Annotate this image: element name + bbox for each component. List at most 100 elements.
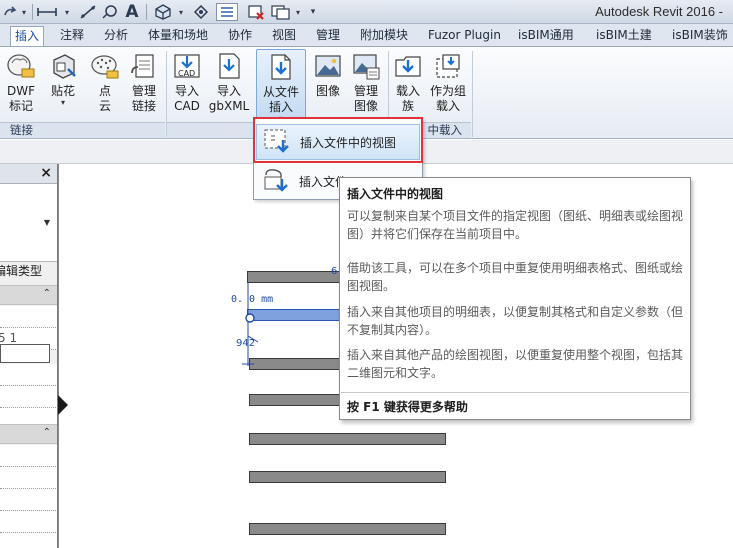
- import-cad-label-2: CAD: [174, 99, 200, 113]
- import-cad-icon: CAD: [171, 49, 203, 83]
- property-row[interactable]: [0, 364, 57, 386]
- 3d-view-dropdown-icon[interactable]: ▾: [176, 3, 186, 21]
- import-cad-button[interactable]: CAD 导入 CAD: [169, 49, 205, 121]
- property-row[interactable]: [0, 386, 57, 408]
- tab-massing-site[interactable]: 体量和场地: [144, 26, 212, 46]
- load-as-group-button[interactable]: 作为组 载入: [428, 49, 468, 121]
- tooltip: 插入文件中的视图 可以复制来自某个项目文件的指定视图（图纸、明细表或绘图视图）并…: [339, 177, 691, 420]
- title-bar: ▾ ▾ A ▾ ▾ ▾ Autodesk Revit 2016 -: [0, 0, 733, 24]
- ribbon-tabs: 插入 注释 分析 体量和场地 协作 视图 管理 附加模块 Fuzor Plugi…: [0, 24, 733, 47]
- dimension-icon[interactable]: [78, 3, 98, 21]
- import-gbxml-button[interactable]: 导入 gbXML: [207, 49, 251, 121]
- drawing-element[interactable]: [249, 394, 349, 406]
- manage-links-button[interactable]: 管理 链接: [126, 49, 162, 121]
- chevron-down-icon[interactable]: ▼: [44, 218, 50, 227]
- manage-images-label-1: 管理: [353, 84, 378, 98]
- point-cloud-icon: [89, 49, 121, 83]
- drawing-element[interactable]: [249, 433, 446, 445]
- properties-palette: × ▼ 编辑类型 ⌃ 5 1 ⌃: [0, 164, 58, 548]
- svg-text:CAD: CAD: [178, 69, 195, 78]
- insert-views-icon: [261, 127, 295, 157]
- property-row[interactable]: [0, 445, 57, 467]
- measure-dropdown-icon[interactable]: ▾: [62, 3, 72, 21]
- thin-lines-icon[interactable]: [216, 3, 238, 21]
- tab-collaborate[interactable]: 协作: [224, 26, 256, 46]
- load-as-group-label-1: 作为组: [429, 84, 466, 98]
- menu-item-insert-views-from-file[interactable]: 插入文件中的视图: [256, 124, 420, 160]
- tooltip-title: 插入文件中的视图: [347, 187, 444, 201]
- 3d-view-icon[interactable]: [152, 3, 174, 21]
- window-title: Autodesk Revit 2016 -: [595, 4, 723, 19]
- drawing-element[interactable]: [249, 471, 446, 483]
- tab-fuzor-plugin[interactable]: Fuzor Plugin: [424, 26, 505, 46]
- properties-category[interactable]: ⌃: [0, 424, 57, 444]
- insert-from-file-label-2: 插入: [268, 100, 293, 114]
- tab-insert[interactable]: 插入: [10, 26, 45, 47]
- load-family-label-2: 族: [401, 99, 414, 113]
- insert-from-file-icon: [265, 50, 297, 84]
- properties-category[interactable]: ⌃: [0, 285, 57, 305]
- insert-from-file-button[interactable]: 从文件 插入 ▾: [256, 49, 306, 123]
- tooltip-help: 按 F1 键获得更多帮助: [347, 400, 468, 414]
- tab-add-ins[interactable]: 附加模块: [356, 26, 412, 46]
- point-cloud-label-1: 点: [98, 84, 111, 98]
- property-row[interactable]: [0, 511, 57, 533]
- properties-header: ×: [0, 164, 57, 184]
- load-family-button[interactable]: 载入 族: [390, 49, 426, 121]
- manage-links-icon: [128, 49, 160, 83]
- decal-button[interactable]: 贴花 ▾: [44, 49, 82, 121]
- redo-icon[interactable]: [2, 3, 18, 21]
- redo-dropdown-icon[interactable]: ▾: [19, 3, 29, 21]
- load-as-group-icon: [432, 49, 464, 83]
- tab-analyze[interactable]: 分析: [100, 26, 132, 46]
- tab-annotate[interactable]: 注释: [56, 26, 88, 46]
- drawing-element[interactable]: [249, 523, 446, 535]
- splitter-arrow-icon[interactable]: [58, 395, 68, 415]
- dwf-markup-label-2: 标记: [8, 99, 33, 113]
- tab-isbim-civil[interactable]: isBIM土建: [592, 26, 656, 46]
- group-label-link: 链接: [0, 122, 165, 138]
- property-edit-field[interactable]: [0, 344, 50, 363]
- tab-isbim-decoration[interactable]: isBIM装饰: [668, 26, 732, 46]
- image-icon: [312, 49, 344, 83]
- text-icon[interactable]: A: [123, 2, 141, 22]
- manage-images-button[interactable]: 管理 图像: [348, 49, 384, 121]
- tab-view[interactable]: 视图: [268, 26, 300, 46]
- dimension-label[interactable]: 0. 0 mm: [231, 294, 273, 305]
- collapse-icon[interactable]: ⌃: [43, 427, 51, 438]
- collapse-icon[interactable]: ⌃: [43, 288, 51, 299]
- tooltip-paragraph: 可以复制来自某个项目文件的指定视图（图纸、明细表或绘图视图）并将它们保存在当前项…: [347, 209, 684, 241]
- load-family-label-1: 载入: [395, 84, 420, 98]
- element-tag[interactable]: 942: [236, 338, 255, 349]
- switch-windows-dropdown-icon[interactable]: ▾: [293, 3, 303, 21]
- import-gbxml-label-1: 导入: [216, 84, 241, 98]
- edit-type-button[interactable]: 编辑类型: [0, 262, 42, 279]
- close-icon[interactable]: ×: [40, 165, 52, 181]
- close-hidden-icon[interactable]: [246, 3, 266, 21]
- tag-icon[interactable]: [100, 3, 120, 21]
- property-row[interactable]: [0, 533, 57, 548]
- dwf-markup-button[interactable]: DWF 标记: [3, 49, 39, 121]
- point-cloud-button[interactable]: 点 云: [87, 49, 123, 121]
- customize-icon[interactable]: ▾: [306, 3, 320, 21]
- point-cloud-label-2: 云: [98, 99, 111, 113]
- section-icon[interactable]: [190, 3, 212, 21]
- qa-separator: [32, 4, 33, 20]
- tab-manage[interactable]: 管理: [312, 26, 344, 46]
- import-gbxml-icon: [213, 49, 245, 83]
- dwf-markup-icon: [5, 49, 37, 83]
- tab-isbim-general[interactable]: isBIM通用: [514, 26, 578, 46]
- property-row[interactable]: [0, 467, 57, 489]
- dwf-markup-label-1: DWF: [6, 84, 35, 98]
- manage-images-icon: [350, 49, 382, 83]
- switch-windows-icon[interactable]: [270, 3, 292, 21]
- type-selector[interactable]: ▼: [0, 184, 57, 262]
- element-tag[interactable]: 6: [331, 266, 337, 277]
- decal-label: 贴花: [50, 84, 75, 98]
- qa-separator: [146, 4, 147, 20]
- property-row[interactable]: [0, 489, 57, 511]
- measure-icon[interactable]: [36, 3, 58, 21]
- property-row[interactable]: [0, 306, 57, 328]
- property-value: 5 1: [0, 331, 18, 345]
- image-button[interactable]: 图像: [310, 49, 346, 121]
